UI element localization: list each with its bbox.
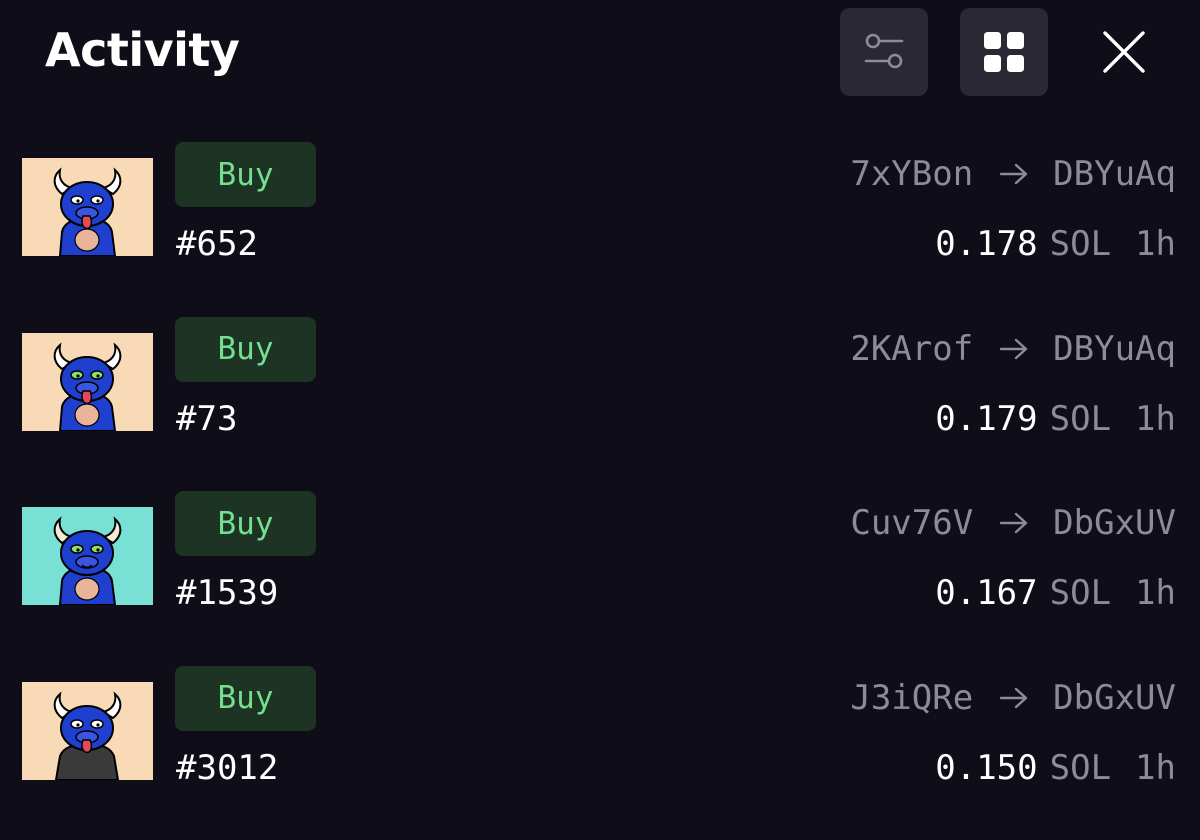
buy-badge: Buy [175, 316, 316, 382]
price-line: 0.179 SOL 1h [935, 397, 1176, 441]
grid-view-icon [984, 32, 1024, 72]
sliders-icon [864, 33, 904, 69]
token-id[interactable]: #73 [176, 397, 237, 441]
close-button[interactable] [1080, 8, 1168, 96]
price-value: 0.179 [935, 398, 1038, 439]
arrow-right-icon [999, 163, 1028, 185]
close-icon [1103, 31, 1145, 73]
buy-badge: Buy [175, 491, 316, 556]
buy-badge: Buy [175, 665, 316, 731]
activity-list: Buy #652 7xYBon DBYuAq 0.178 SOL 1h Buy … [0, 130, 1200, 828]
price-unit: SOL [1049, 747, 1112, 788]
nft-thumbnail[interactable] [22, 332, 153, 431]
price-value: 0.167 [935, 573, 1038, 613]
nft-thumbnail[interactable] [22, 507, 153, 605]
activity-row[interactable]: Buy #652 7xYBon DBYuAq 0.178 SOL 1h [0, 130, 1200, 305]
from-address[interactable]: J3iQRe [850, 676, 973, 720]
to-address[interactable]: DBYuAq [1053, 327, 1176, 371]
transfer-route: 2KArof DBYuAq [850, 327, 1176, 371]
activity-type-label: Buy [217, 680, 274, 716]
time-ago: 1h [1135, 224, 1176, 264]
price-value: 0.150 [935, 747, 1038, 788]
token-id[interactable]: #1539 [176, 571, 278, 615]
transfer-route: 7xYBon DBYuAq [850, 152, 1176, 196]
price-unit: SOL [1049, 224, 1112, 264]
time-ago: 1h [1135, 573, 1176, 613]
activity-row[interactable]: Buy #1539 Cuv76V DbGxUV 0.167 SOL 1h [0, 479, 1200, 654]
activity-type-label: Buy [217, 505, 274, 542]
activity-row[interactable]: Buy #73 2KArof DBYuAq 0.179 SOL 1h [0, 305, 1200, 480]
price-line: 0.150 SOL 1h [935, 746, 1176, 790]
buy-badge: Buy [175, 142, 316, 207]
token-id[interactable]: #3012 [176, 746, 278, 790]
grid-view-button[interactable] [960, 8, 1048, 96]
transfer-route: Cuv76V DbGxUV [850, 501, 1176, 545]
nft-thumbnail[interactable] [22, 681, 153, 780]
arrow-right-icon [999, 687, 1028, 708]
transfer-route: J3iQRe DbGxUV [850, 676, 1176, 720]
from-address[interactable]: 7xYBon [850, 152, 973, 196]
activity-type-label: Buy [217, 156, 274, 193]
activity-header: Activity [0, 0, 1200, 110]
from-address[interactable]: Cuv76V [850, 501, 973, 545]
to-address[interactable]: DBYuAq [1053, 152, 1176, 196]
time-ago: 1h [1135, 398, 1176, 439]
activity-row[interactable]: Buy #3012 J3iQRe DbGxUV 0.150 SOL 1h [0, 654, 1200, 829]
page-title: Activity [45, 23, 240, 77]
price-line: 0.167 SOL 1h [935, 571, 1176, 615]
price-value: 0.178 [935, 224, 1038, 264]
time-ago: 1h [1135, 747, 1176, 788]
from-address[interactable]: 2KArof [850, 327, 973, 371]
price-line: 0.178 SOL 1h [935, 222, 1176, 266]
price-unit: SOL [1049, 573, 1112, 613]
filter-button[interactable] [840, 8, 928, 96]
token-id[interactable]: #652 [176, 222, 258, 266]
to-address[interactable]: DbGxUV [1053, 501, 1176, 545]
activity-type-label: Buy [217, 331, 274, 367]
to-address[interactable]: DbGxUV [1053, 676, 1176, 720]
arrow-right-icon [999, 338, 1028, 359]
price-unit: SOL [1049, 398, 1112, 439]
nft-thumbnail[interactable] [22, 158, 153, 256]
arrow-right-icon [999, 512, 1028, 534]
